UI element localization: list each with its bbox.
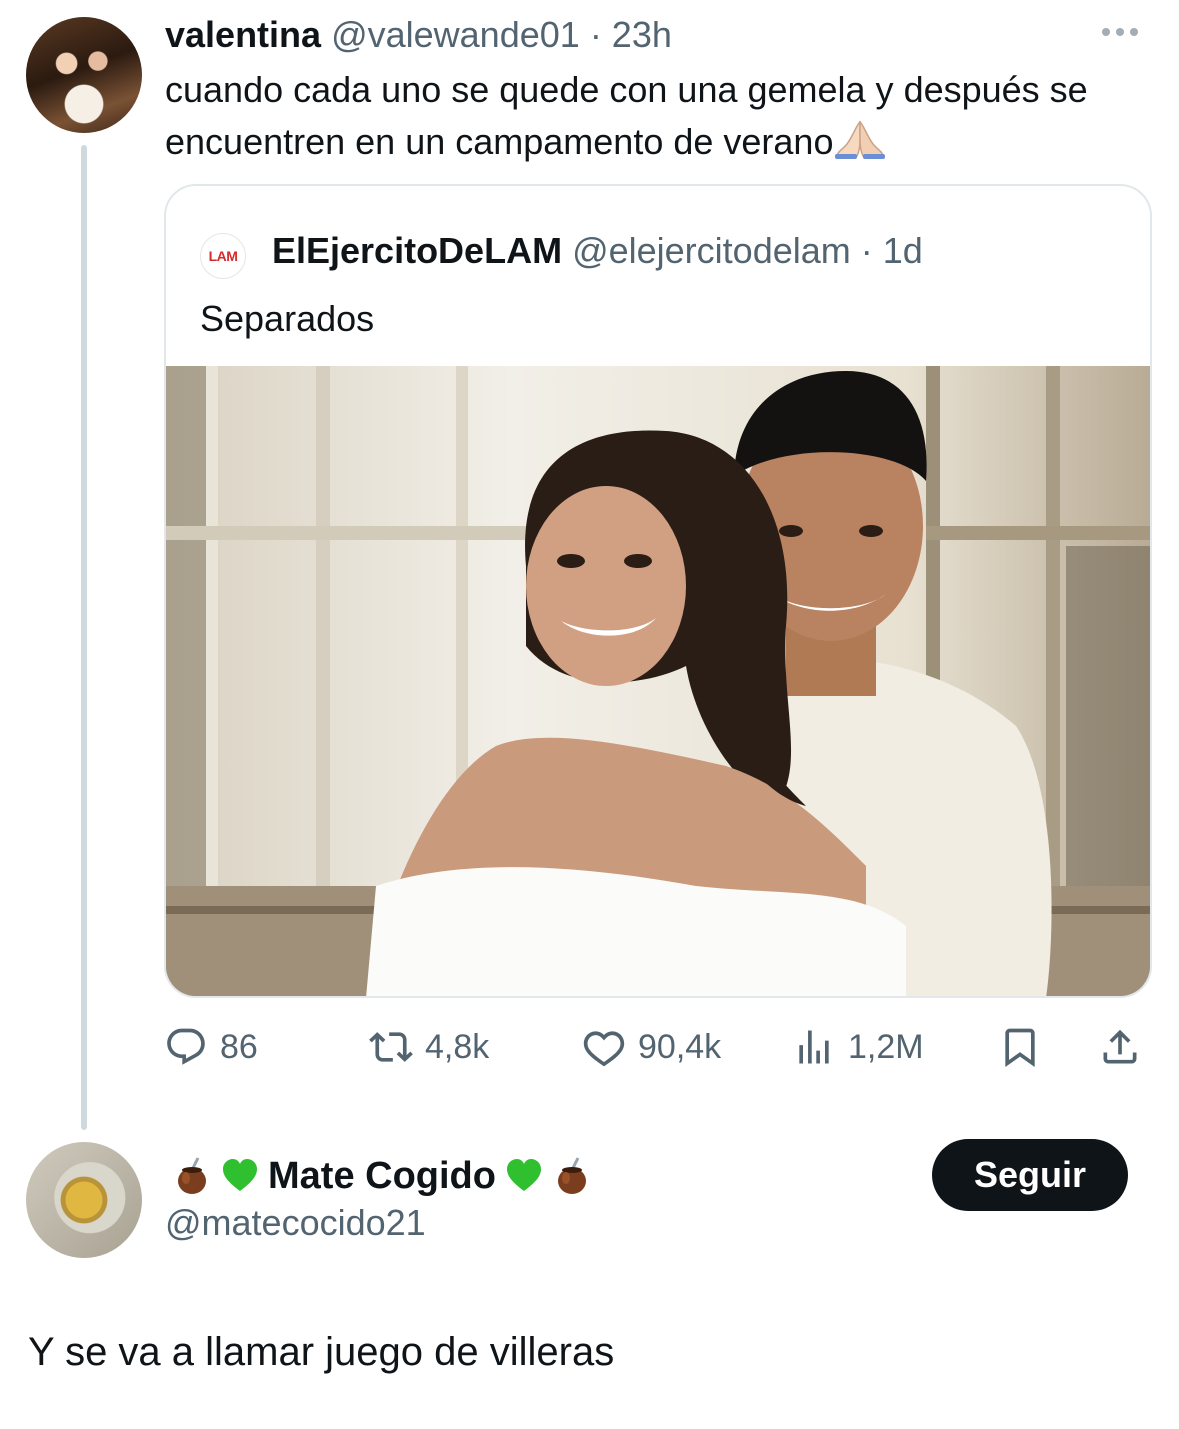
tweet2-text: Y se va a llamar juego de villeras: [28, 1330, 615, 1374]
mate-icon: [178, 1157, 206, 1194]
folded-hands-icon: [835, 120, 886, 159]
quoted-text: Separados: [200, 298, 375, 339]
views-icon: [799, 1030, 829, 1064]
tweet1-display-name[interactable]: valentina: [165, 14, 321, 55]
like-button[interactable]: 90,4k: [582, 1020, 721, 1074]
tweet1-body: cuando cada uno se quede con una gemela …: [165, 64, 1165, 168]
follow-button[interactable]: Seguir: [932, 1139, 1128, 1211]
action-bar: 86 4,8k 90,4k 1,2M: [164, 1020, 1154, 1074]
green-heart-icon: [223, 1159, 257, 1191]
retweet-count: 4,8k: [425, 1027, 490, 1066]
heart-icon: [583, 1031, 625, 1067]
quoted-header: ElEjercitoDeLAM @elejercitodelam · 1d: [272, 230, 923, 272]
reply-button[interactable]: 86: [164, 1020, 258, 1074]
avatar-mate-cogido[interactable]: [26, 1142, 142, 1258]
tweet2-handle[interactable]: @matecocido21: [165, 1200, 426, 1246]
tweet2-name-row[interactable]: Mate Cogido: [172, 1150, 592, 1202]
more-options-icon[interactable]: [1102, 22, 1148, 42]
retweet-icon: [369, 1032, 413, 1062]
tweet1-text: cuando cada uno se quede con una gemela …: [165, 69, 1088, 162]
share-button[interactable]: [1098, 1020, 1142, 1074]
tweet1-handle[interactable]: @valewande01: [331, 14, 580, 55]
quoted-photo[interactable]: [166, 366, 1150, 996]
like-count: 90,4k: [638, 1027, 722, 1066]
green-heart-icon: [506, 1159, 541, 1191]
avatar-valentina[interactable]: [26, 17, 142, 133]
mate-icon: [557, 1157, 586, 1194]
thread-line: [81, 145, 87, 1130]
reply-count: 86: [220, 1027, 258, 1066]
tweet2-display-name[interactable]: Mate Cogido: [268, 1155, 496, 1198]
bookmark-icon: [1005, 1028, 1035, 1068]
share-icon: [1103, 1029, 1137, 1064]
quoted-tweet[interactable]: LAM ElEjercitoDeLAM @elejercitodelam · 1…: [164, 184, 1152, 998]
couple-photo: [166, 366, 1150, 996]
quoted-handle[interactable]: @elejercitodelam: [572, 230, 851, 271]
tweet1-header: valentina @valewande01 · 23h: [165, 14, 672, 56]
lam-logo: LAM: [200, 233, 246, 279]
views-count: 1,2M: [848, 1027, 924, 1066]
retweet-button[interactable]: 4,8k: [369, 1020, 489, 1074]
quoted-display-name[interactable]: ElEjercitoDeLAM: [272, 230, 562, 271]
tweet1-time[interactable]: · 23h: [590, 14, 672, 55]
quoted-time[interactable]: · 1d: [861, 230, 923, 271]
bookmark-button[interactable]: [998, 1020, 1042, 1074]
reply-icon: [167, 1028, 205, 1065]
views-button[interactable]: 1,2M: [792, 1020, 924, 1074]
